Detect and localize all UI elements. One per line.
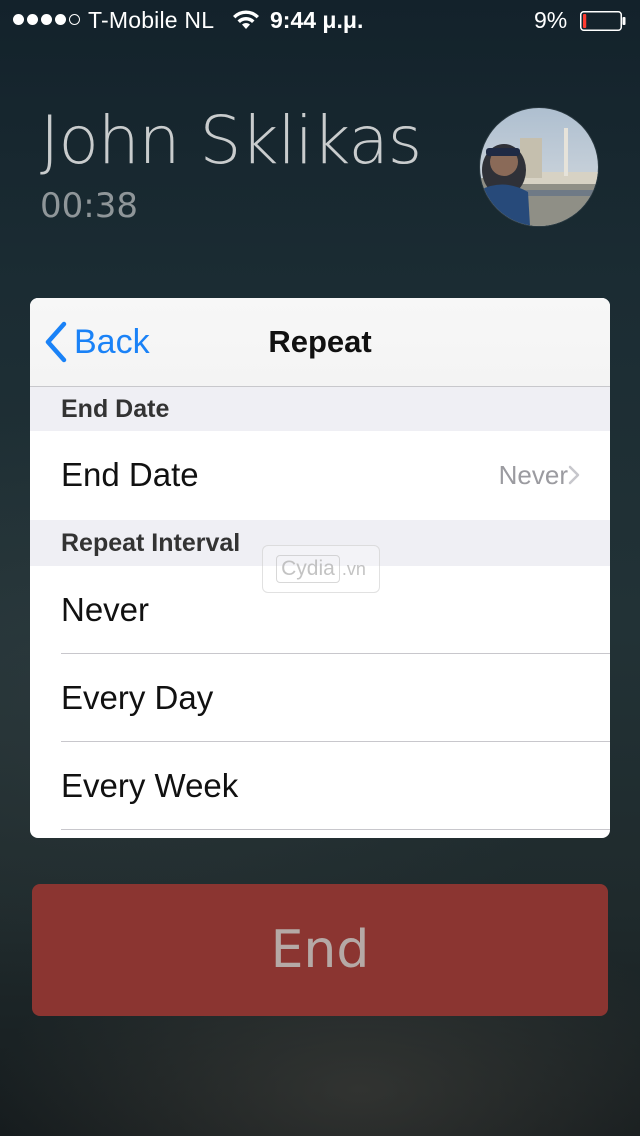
- signal-dot: [55, 14, 66, 25]
- end-call-label: End: [270, 920, 370, 980]
- call-duration: 00:38: [40, 186, 138, 226]
- carrier-name: T-Mobile NL: [88, 7, 215, 33]
- caller-name: John Sklikas: [40, 102, 422, 179]
- interval-option-label: Every Week: [61, 767, 239, 804]
- navigation-bar: Back Repeat: [30, 298, 610, 387]
- watermark-tld: .vn: [341, 558, 366, 579]
- interval-option-label: Every Day: [61, 679, 214, 716]
- signal-dot: [27, 14, 38, 25]
- section-header-end-date: End Date: [30, 387, 610, 431]
- watermark: Cydia .vn: [262, 545, 380, 593]
- contact-photo: [480, 108, 598, 226]
- interval-option-every-week[interactable]: Every Week: [30, 742, 610, 830]
- wifi-icon: [233, 10, 259, 29]
- interval-option-label: Never: [61, 591, 150, 628]
- end-date-value: Never: [498, 460, 568, 490]
- end-date-label: End Date: [61, 456, 199, 493]
- signal-dot: [41, 14, 52, 25]
- status-time: 9:44 μ.μ.: [270, 7, 364, 33]
- avatar: [480, 108, 598, 226]
- battery-icon: [580, 11, 626, 31]
- signal-dot: [13, 14, 24, 25]
- watermark-main: Cydia: [276, 555, 340, 583]
- end-date-row[interactable]: End Date Never: [30, 431, 610, 519]
- interval-option-every-day[interactable]: Every Day: [30, 654, 610, 742]
- signal-strength-icon: [13, 14, 80, 25]
- signal-dot-empty: [69, 14, 80, 25]
- row-separator: [61, 829, 610, 830]
- battery-percentage: 9%: [534, 7, 568, 33]
- page-title: Repeat: [268, 324, 372, 359]
- status-bar: T-Mobile NL 9:44 μ.μ. 9%: [0, 0, 640, 40]
- chevron-right-icon: [568, 465, 580, 485]
- end-call-button[interactable]: End: [32, 884, 608, 1016]
